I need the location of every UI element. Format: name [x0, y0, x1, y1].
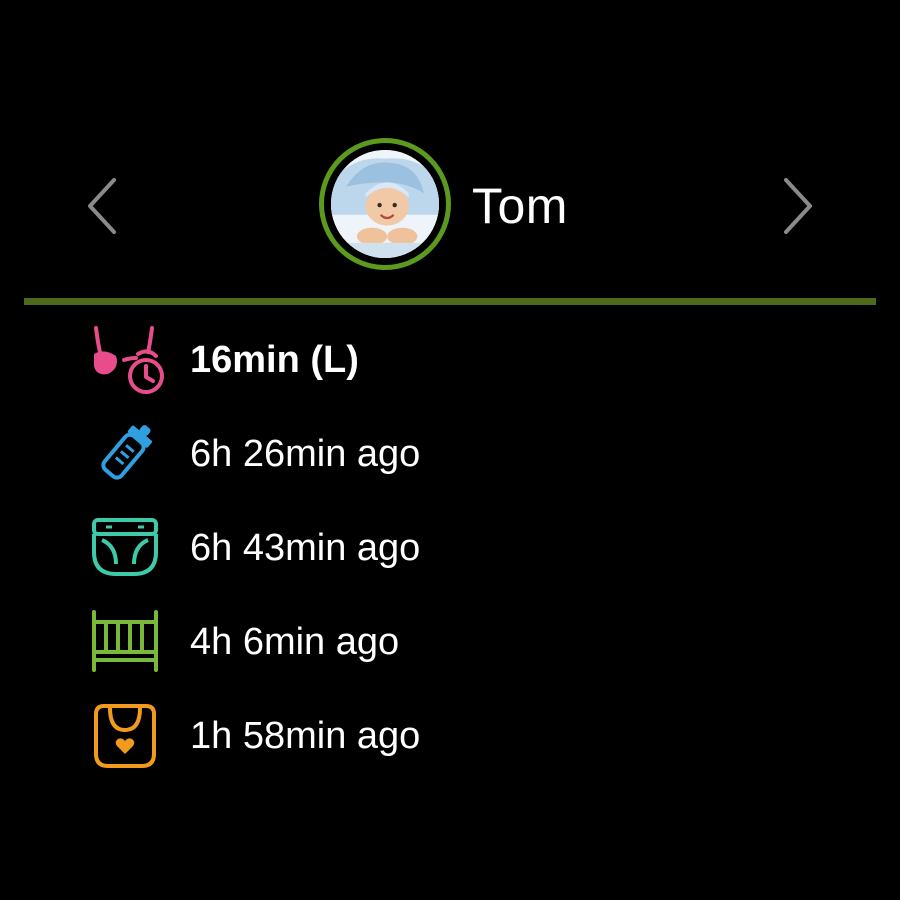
- activity-row-diaper[interactable]: 6h 43min ago: [86, 512, 606, 584]
- diaper-icon: [86, 512, 162, 584]
- breastfeeding-timer-icon: [86, 324, 164, 396]
- sleep-last-time: 4h 6min ago: [190, 621, 400, 663]
- activity-row-bottle[interactable]: 6h 26min ago: [86, 418, 606, 490]
- activity-row-solids[interactable]: 1h 58min ago: [86, 700, 606, 772]
- breastfeeding-duration: 16min (L): [190, 339, 359, 381]
- solids-last-time: 1h 58min ago: [190, 715, 421, 757]
- bottle-last-time: 6h 26min ago: [190, 433, 421, 475]
- activity-row-sleep[interactable]: 4h 6min ago: [86, 606, 606, 678]
- activity-row-breastfeeding[interactable]: 16min (L): [86, 324, 606, 396]
- bib-icon: [86, 700, 162, 772]
- baby-bottle-icon: [86, 418, 162, 490]
- activity-list: 16min (L) 6h 26min ago 6h 43min ago 4h 6…: [0, 0, 900, 900]
- crib-icon: [86, 606, 162, 678]
- diaper-last-time: 6h 43min ago: [190, 527, 421, 569]
